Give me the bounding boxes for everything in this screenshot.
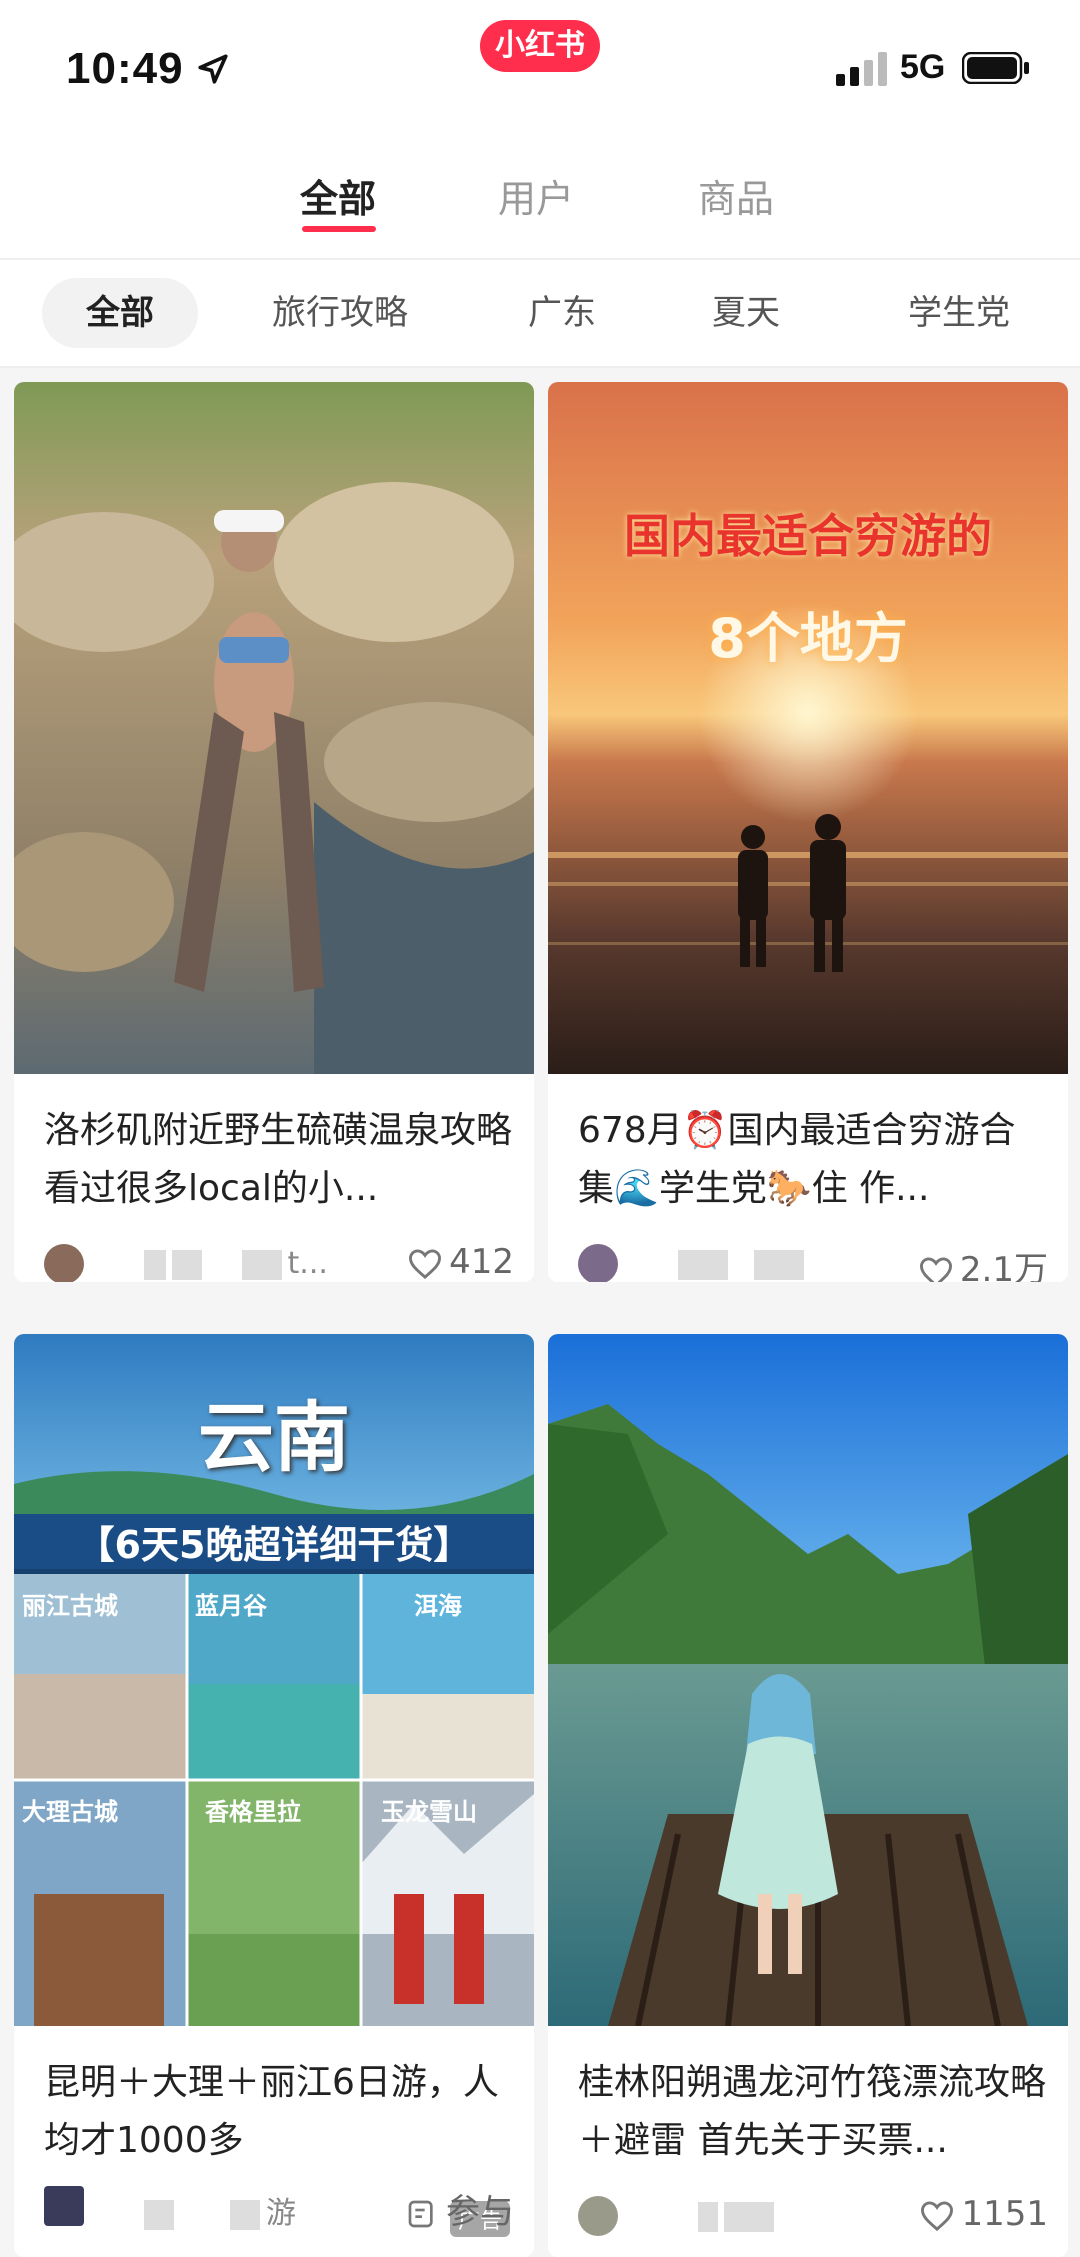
blurred-name [230, 2199, 260, 2230]
blurred-name [724, 2201, 774, 2232]
avatar[interactable] [578, 2196, 618, 2236]
main-tabs: 全部 用户 商品 [0, 140, 1080, 260]
card-footer: t... 412 [44, 1242, 514, 1282]
card-cover-image [14, 382, 534, 1074]
author-name[interactable]: t... [144, 1246, 328, 1281]
card-title: 桂林阳朔遇龙河竹筏漂流攻略＋避雷 首先关于买票... [578, 2062, 1047, 2161]
card-footer: 游 参与 [44, 2184, 514, 2238]
collage-label: 丽江古城 [22, 1592, 118, 1620]
note-card[interactable]: 洛杉矶附近野生硫磺温泉攻略 看过很多local的小... t... 412 [14, 382, 534, 1282]
tab-active-indicator [302, 226, 376, 232]
chip-guangdong[interactable]: 广东 [512, 278, 612, 348]
network-label: 5G [900, 48, 946, 86]
location-arrow-icon [198, 54, 228, 84]
card-title: 678月⏰国内最适合穷游合集🌊学生党🐎住 作... [578, 1110, 1016, 1209]
filter-chips: 全部 旅行攻略 广东 夏天 学生党 [0, 260, 1080, 368]
note-card[interactable]: 云南 【6天5晚超详细干货】 丽江古城 蓝月谷 洱海 大理古城 香格里拉 玉龙雪… [14, 1334, 534, 2257]
battery-icon [962, 52, 1029, 84]
card-footer: 2.1万 [578, 1242, 1048, 1282]
collage-label: 大理古城 [22, 1798, 118, 1826]
status-bar: 10:49 小红书 5G [0, 0, 1080, 140]
card-title: 洛杉矶附近野生硫磺温泉攻略 看过很多local的小... [44, 1110, 513, 1209]
cover-overlay-title: 云南 [198, 1393, 350, 1482]
blurred-name [241, 1249, 282, 1280]
like-count[interactable]: 412 [407, 1242, 514, 1282]
cover-overlay-subtitle: 【6天5晚超详细干货】 [14, 1514, 534, 1569]
signal-icon [836, 52, 887, 86]
avatar[interactable] [44, 1244, 84, 1282]
heart-icon [921, 2200, 954, 2231]
blurred-name [144, 1249, 166, 1280]
collage-label: 蓝月谷 [195, 1592, 267, 1620]
author-name[interactable] [678, 2198, 780, 2233]
blurred-name [144, 2199, 174, 2230]
card-footer: 1151 [578, 2194, 1048, 2248]
cover-overlay-title: 国内最适合穷游的 [624, 509, 992, 563]
tab-all[interactable]: 全部 [300, 168, 376, 223]
participate-button[interactable]: 参与 [404, 2184, 514, 2233]
chip-travel-guide[interactable]: 旅行攻略 [250, 278, 430, 348]
collage-label: 玉龙雪山 [381, 1798, 477, 1826]
like-count[interactable]: 1151 [919, 2194, 1048, 2234]
tab-products[interactable]: 商品 [698, 168, 774, 223]
tab-users[interactable]: 用户 [498, 168, 574, 223]
note-card[interactable]: 国内最适合穷游的 8个地方 678月⏰国内最适合穷游合集🌊学生党🐎住 作... … [548, 382, 1068, 1282]
heart-icon [409, 1248, 442, 1279]
blurred-name [698, 2201, 718, 2232]
like-count[interactable]: 2.1万 [918, 1242, 1048, 1282]
author-name[interactable] [678, 1246, 810, 1281]
card-cover-image [548, 382, 1068, 1074]
chip-all[interactable]: 全部 [42, 278, 198, 348]
collage-label: 香格里拉 [205, 1798, 301, 1826]
card-title: 昆明＋大理＋丽江6日游，人均才1000多 [44, 2062, 499, 2161]
blurred-name [678, 1249, 728, 1280]
app-badge: 小红书 [480, 20, 600, 72]
collage-label: 洱海 [414, 1592, 462, 1620]
cover-overlay-subtitle: 8个地方 [708, 607, 908, 670]
chip-summer[interactable]: 夏天 [696, 278, 796, 348]
blurred-name [172, 1249, 202, 1280]
note-card[interactable]: 桂林阳朔遇龙河竹筏漂流攻略＋避雷 首先关于买票... 1151 [548, 1334, 1068, 2257]
chip-students[interactable]: 学生党 [884, 278, 1034, 348]
heart-icon [919, 1256, 952, 1282]
avatar[interactable] [578, 1244, 618, 1282]
status-time: 10:49 [66, 44, 184, 93]
avatar[interactable] [44, 2186, 84, 2226]
card-cover-image [548, 1334, 1068, 2026]
author-name[interactable]: 游 [144, 2188, 296, 2232]
note-edit-icon [408, 2200, 433, 2227]
blurred-name [754, 1249, 804, 1280]
